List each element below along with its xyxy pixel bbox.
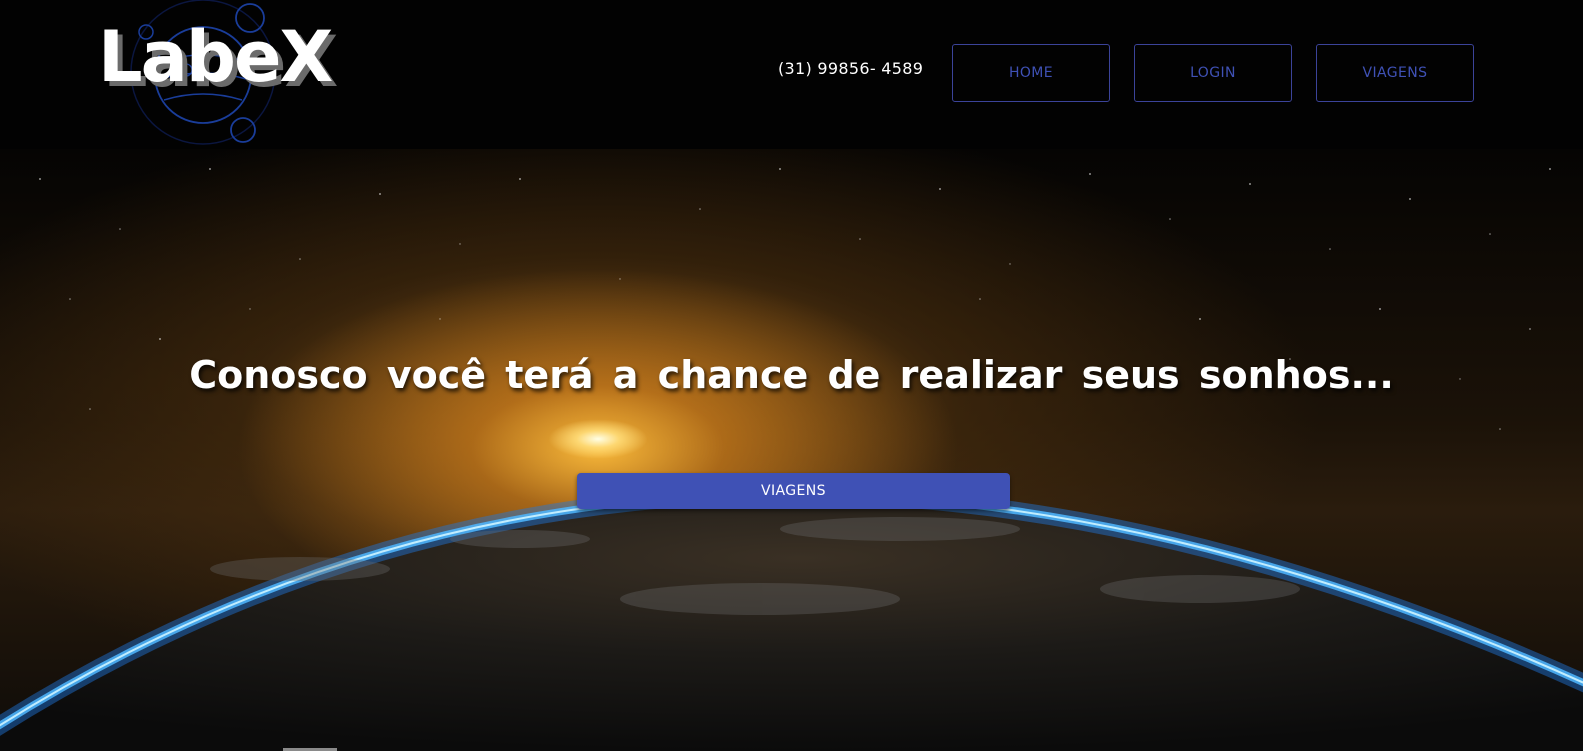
logo[interactable]: LabeX — [98, 0, 338, 149]
hero-title: Conosco você terá a chance de realizar s… — [189, 353, 1394, 397]
nav-home-button[interactable]: HOME — [952, 44, 1110, 102]
nav-login-button[interactable]: LOGIN — [1134, 44, 1292, 102]
sunrise-glow — [548, 419, 648, 459]
logo-text: LabeX — [98, 16, 333, 98]
earth-horizon-graphic — [0, 485, 1583, 751]
hero-section: Conosco você terá a chance de realizar s… — [0, 149, 1583, 751]
viagens-cta-button[interactable]: VIAGENS — [577, 473, 1010, 509]
nav-viagens-button[interactable]: VIAGENS — [1316, 44, 1474, 102]
phone-number: (31) 99856- 4589 — [778, 59, 924, 78]
page: LabeX (31) 99856- 4589 HOME LOGIN VIAGEN… — [0, 0, 1583, 751]
site-header: LabeX (31) 99856- 4589 HOME LOGIN VIAGEN… — [0, 0, 1583, 149]
